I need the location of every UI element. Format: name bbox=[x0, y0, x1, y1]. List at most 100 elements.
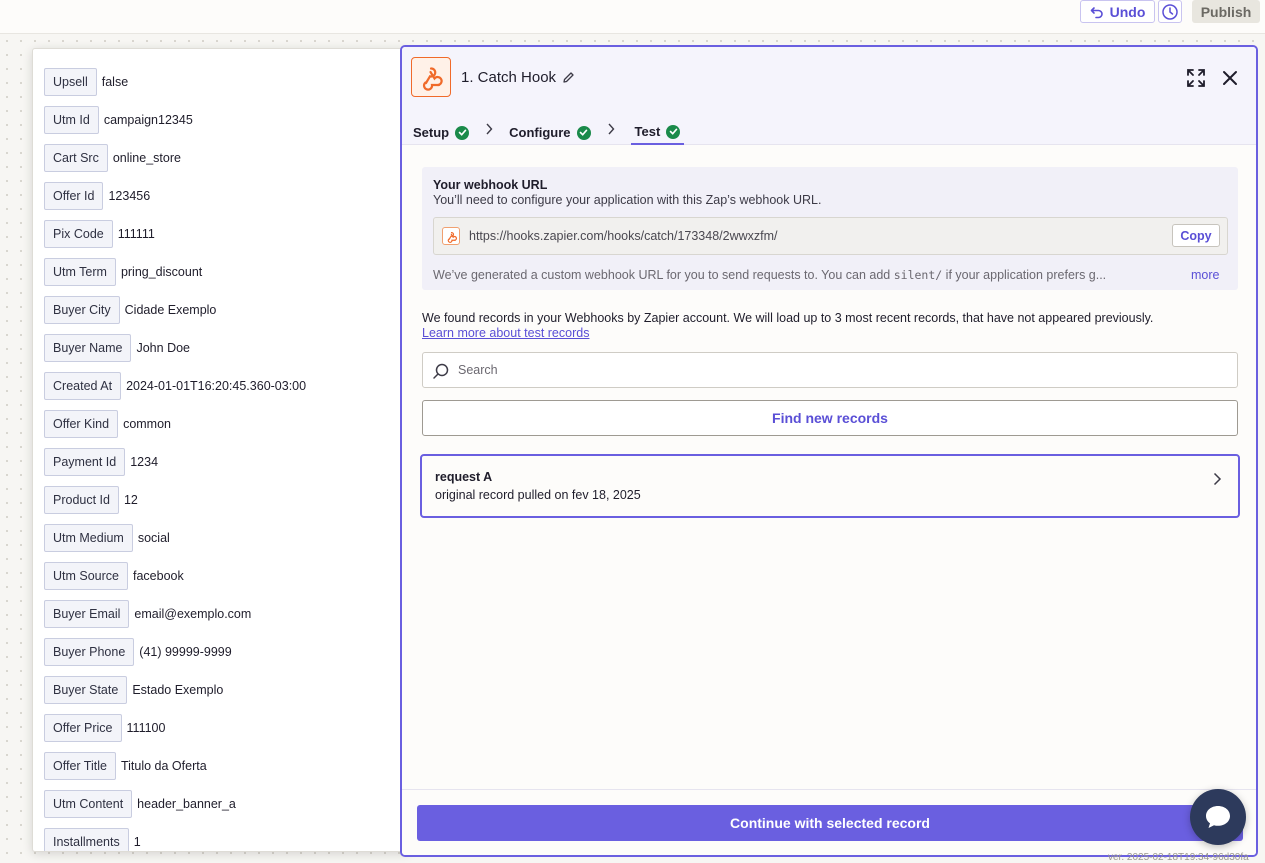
field-label[interactable]: Buyer Email bbox=[44, 600, 130, 628]
field-label[interactable]: Pix Code bbox=[44, 220, 113, 248]
field-value: online_store bbox=[112, 151, 181, 165]
history-icon bbox=[1162, 3, 1178, 20]
more-link[interactable]: more bbox=[1191, 268, 1219, 282]
record-subtitle: original record pulled on fev 18, 2025 bbox=[435, 488, 641, 502]
learn-more-link[interactable]: Learn more about test records bbox=[422, 326, 589, 340]
field-label[interactable]: Buyer Phone bbox=[44, 638, 135, 666]
chat-icon bbox=[1206, 806, 1230, 828]
field-label[interactable]: Offer Kind bbox=[44, 410, 119, 438]
field-value: (41) 99999-9999 bbox=[139, 645, 232, 659]
webhook-note: We’ve generated a custom webhook URL for… bbox=[433, 268, 1183, 282]
continue-button[interactable]: Continue with selected record bbox=[417, 805, 1243, 841]
webhook-note-text: We’ve generated a custom webhook URL for… bbox=[433, 268, 894, 282]
field-row[interactable]: Buyer Phone (41) 99999-9999 bbox=[44, 638, 232, 666]
field-label[interactable]: Upsell bbox=[44, 68, 97, 96]
field-label[interactable]: Utm Content bbox=[44, 790, 133, 818]
field-label[interactable]: Utm Id bbox=[44, 106, 99, 134]
field-row[interactable]: Buyer Email email@exemplo.com bbox=[44, 600, 251, 628]
field-label[interactable]: Utm Medium bbox=[44, 524, 133, 552]
step-panel: 1. Catch Hook Setup Configure Test Your … bbox=[400, 45, 1258, 857]
field-row[interactable]: Installments 1 bbox=[44, 828, 141, 851]
webhook-note-code: silent/ bbox=[893, 268, 943, 282]
webhook-url-field[interactable]: https://hooks.zapier.com/hooks/catch/173… bbox=[433, 217, 1228, 255]
copy-button[interactable]: Copy bbox=[1172, 224, 1220, 247]
field-label[interactable]: Buyer State bbox=[44, 676, 128, 704]
field-row[interactable]: Buyer Name John Doe bbox=[44, 334, 190, 362]
expand-icon[interactable] bbox=[1186, 68, 1206, 88]
field-label[interactable]: Cart Src bbox=[44, 144, 108, 172]
field-label[interactable]: Offer Price bbox=[44, 714, 122, 742]
field-row[interactable]: Offer Id 123456 bbox=[44, 182, 150, 210]
field-value: Cidade Exemplo bbox=[124, 303, 217, 317]
tab-test-label: Test bbox=[634, 124, 661, 139]
chevron-right-icon bbox=[469, 117, 509, 135]
record-title: request A bbox=[435, 470, 493, 484]
webhook-url-text: https://hooks.zapier.com/hooks/catch/173… bbox=[469, 229, 778, 243]
tab-setup[interactable]: Setup bbox=[413, 117, 470, 145]
field-value: header_banner_a bbox=[137, 797, 236, 811]
step-title-text: 1. Catch Hook bbox=[461, 69, 557, 86]
field-value: 123456 bbox=[108, 189, 151, 203]
tab-configure-label: Configure bbox=[509, 125, 571, 140]
field-value: 1 bbox=[133, 835, 141, 849]
field-label[interactable]: Payment Id bbox=[44, 448, 126, 476]
field-label[interactable]: Buyer City bbox=[44, 296, 120, 324]
webhook-url-title: Your webhook URL bbox=[433, 178, 548, 192]
field-label[interactable]: Buyer Name bbox=[44, 334, 132, 362]
chevron-right-icon bbox=[1213, 472, 1222, 486]
tab-test[interactable]: Test bbox=[630, 117, 685, 145]
step-title[interactable]: 1. Catch Hook bbox=[461, 69, 575, 86]
field-label[interactable]: Offer Title bbox=[44, 752, 116, 780]
check-circle-icon bbox=[576, 125, 591, 140]
field-row[interactable]: Buyer City Cidade Exemplo bbox=[44, 296, 216, 324]
field-row[interactable]: Payment Id 1234 bbox=[44, 448, 158, 476]
field-row[interactable]: Buyer State Estado Exemplo bbox=[44, 676, 223, 704]
field-row[interactable]: Pix Code 111111 bbox=[44, 220, 155, 248]
find-new-records-button[interactable]: Find new records bbox=[422, 400, 1238, 436]
check-circle-icon bbox=[455, 125, 470, 140]
field-row[interactable]: Utm Content header_banner_a bbox=[44, 790, 236, 818]
publish-button[interactable]: Publish bbox=[1192, 0, 1260, 23]
field-value: pring_discount bbox=[120, 265, 203, 279]
field-value: campaign12345 bbox=[103, 113, 193, 127]
field-label[interactable]: Utm Term bbox=[44, 258, 116, 286]
field-row[interactable]: Utm Id campaign12345 bbox=[44, 106, 193, 134]
step-footer: Continue with selected record bbox=[402, 789, 1256, 855]
field-row[interactable]: Offer Title Titulo da Oferta bbox=[44, 752, 207, 780]
field-label[interactable]: Utm Source bbox=[44, 562, 128, 590]
field-label[interactable]: Product Id bbox=[44, 486, 119, 514]
field-row[interactable]: Utm Source facebook bbox=[44, 562, 184, 590]
webhook-note-tail: if your application prefers g... bbox=[942, 268, 1107, 282]
chat-support-button[interactable] bbox=[1190, 789, 1246, 845]
field-value: facebook bbox=[133, 569, 184, 583]
field-row[interactable]: Upsell false bbox=[44, 68, 128, 96]
undo-button[interactable]: Undo bbox=[1080, 0, 1155, 23]
field-row[interactable]: Offer Kind common bbox=[44, 410, 171, 438]
field-label[interactable]: Created At bbox=[44, 372, 122, 400]
field-value: 111100 bbox=[126, 721, 166, 735]
field-label[interactable]: Installments bbox=[44, 828, 129, 851]
search-input[interactable] bbox=[458, 353, 1228, 387]
undo-label: Undo bbox=[1109, 3, 1146, 20]
record-fields-panel[interactable]: Upsell false Utm Id campaign12345 Cart Src on… bbox=[32, 48, 410, 852]
search-box[interactable] bbox=[422, 352, 1238, 388]
field-row[interactable]: Created At 2024-01-01T16:20:45.360-03:00 bbox=[44, 372, 306, 400]
tab-configure[interactable]: Configure bbox=[509, 117, 591, 145]
field-value: false bbox=[101, 75, 129, 89]
field-label[interactable]: Offer Id bbox=[44, 182, 104, 210]
find-new-records-label: Find new records bbox=[772, 410, 888, 426]
field-row[interactable]: Utm Term pring_discount bbox=[44, 258, 202, 286]
history-button[interactable] bbox=[1158, 0, 1182, 23]
chevron-right-icon bbox=[591, 117, 631, 135]
field-row[interactable]: Offer Price 111100 bbox=[44, 714, 165, 742]
field-row[interactable]: Product Id 12 bbox=[44, 486, 138, 514]
record-item[interactable]: request A original record pulled on fev … bbox=[420, 454, 1240, 518]
field-value: email@exemplo.com bbox=[134, 607, 252, 621]
webhook-url-section: Your webhook URL You’ll need to configur… bbox=[422, 167, 1238, 290]
field-value: common bbox=[123, 417, 171, 431]
close-icon[interactable] bbox=[1221, 69, 1239, 87]
field-row[interactable]: Utm Medium social bbox=[44, 524, 170, 552]
pencil-icon[interactable] bbox=[562, 71, 575, 84]
webhook-app-icon bbox=[411, 57, 451, 97]
field-row[interactable]: Cart Src online_store bbox=[44, 144, 181, 172]
